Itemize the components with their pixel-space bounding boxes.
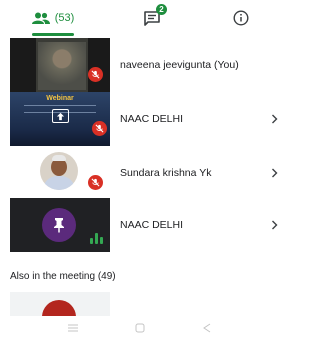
participant-video-tile: Webinar xyxy=(10,92,110,146)
tile-title: Webinar xyxy=(46,95,74,102)
tab-bar: (53) 2 xyxy=(0,0,280,36)
chevron-right-icon[interactable] xyxy=(271,198,278,252)
chevron-right-icon[interactable] xyxy=(271,92,278,146)
menu-icon[interactable] xyxy=(68,324,79,332)
participant-name: NAAC DELHI xyxy=(120,219,184,231)
participant-video xyxy=(38,42,86,90)
info-icon xyxy=(233,10,249,26)
mute-indicator xyxy=(88,67,103,82)
home-icon[interactable] xyxy=(135,323,145,333)
avatar xyxy=(40,152,78,190)
people-count: (53) xyxy=(54,12,75,24)
also-in-meeting-heading: Also in the meeting (49) xyxy=(10,271,116,282)
people-icon xyxy=(31,12,50,24)
participant-row[interactable] xyxy=(10,292,110,316)
mute-indicator xyxy=(92,121,107,136)
avatar xyxy=(42,208,76,242)
active-tab-indicator xyxy=(32,33,74,36)
tab-people[interactable]: (53) xyxy=(22,0,84,36)
participant-video-tile xyxy=(10,198,110,252)
tab-info[interactable] xyxy=(226,0,256,36)
tab-chat[interactable]: 2 xyxy=(132,0,172,36)
mic-off-icon xyxy=(91,178,100,187)
avatar xyxy=(42,300,76,316)
audio-level-icon xyxy=(90,232,104,244)
participant-video-tile xyxy=(10,146,110,200)
participant-row[interactable]: Sundara krishna Yk xyxy=(10,146,280,200)
chat-unread-badge: 2 xyxy=(156,4,167,15)
mute-indicator xyxy=(88,175,103,190)
participant-row[interactable]: NAAC DELHI xyxy=(10,198,280,252)
mic-off-icon xyxy=(95,124,104,133)
chevron-right-icon[interactable] xyxy=(271,146,278,200)
participant-name: Sundara krishna Yk xyxy=(120,167,212,179)
system-nav-bar xyxy=(0,316,280,339)
participant-row[interactable]: Webinar NAAC DELHI xyxy=(10,92,280,146)
participant-name: naveena jeevigunta (You) xyxy=(120,59,239,71)
pin-icon xyxy=(54,218,64,233)
participant-video-tile xyxy=(10,38,110,92)
share-screen-icon xyxy=(52,109,69,123)
participant-row[interactable]: naveena jeevigunta (You) xyxy=(10,38,280,92)
participant-name: NAAC DELHI xyxy=(120,113,184,125)
mic-off-icon xyxy=(91,70,100,79)
back-icon[interactable] xyxy=(202,323,212,333)
